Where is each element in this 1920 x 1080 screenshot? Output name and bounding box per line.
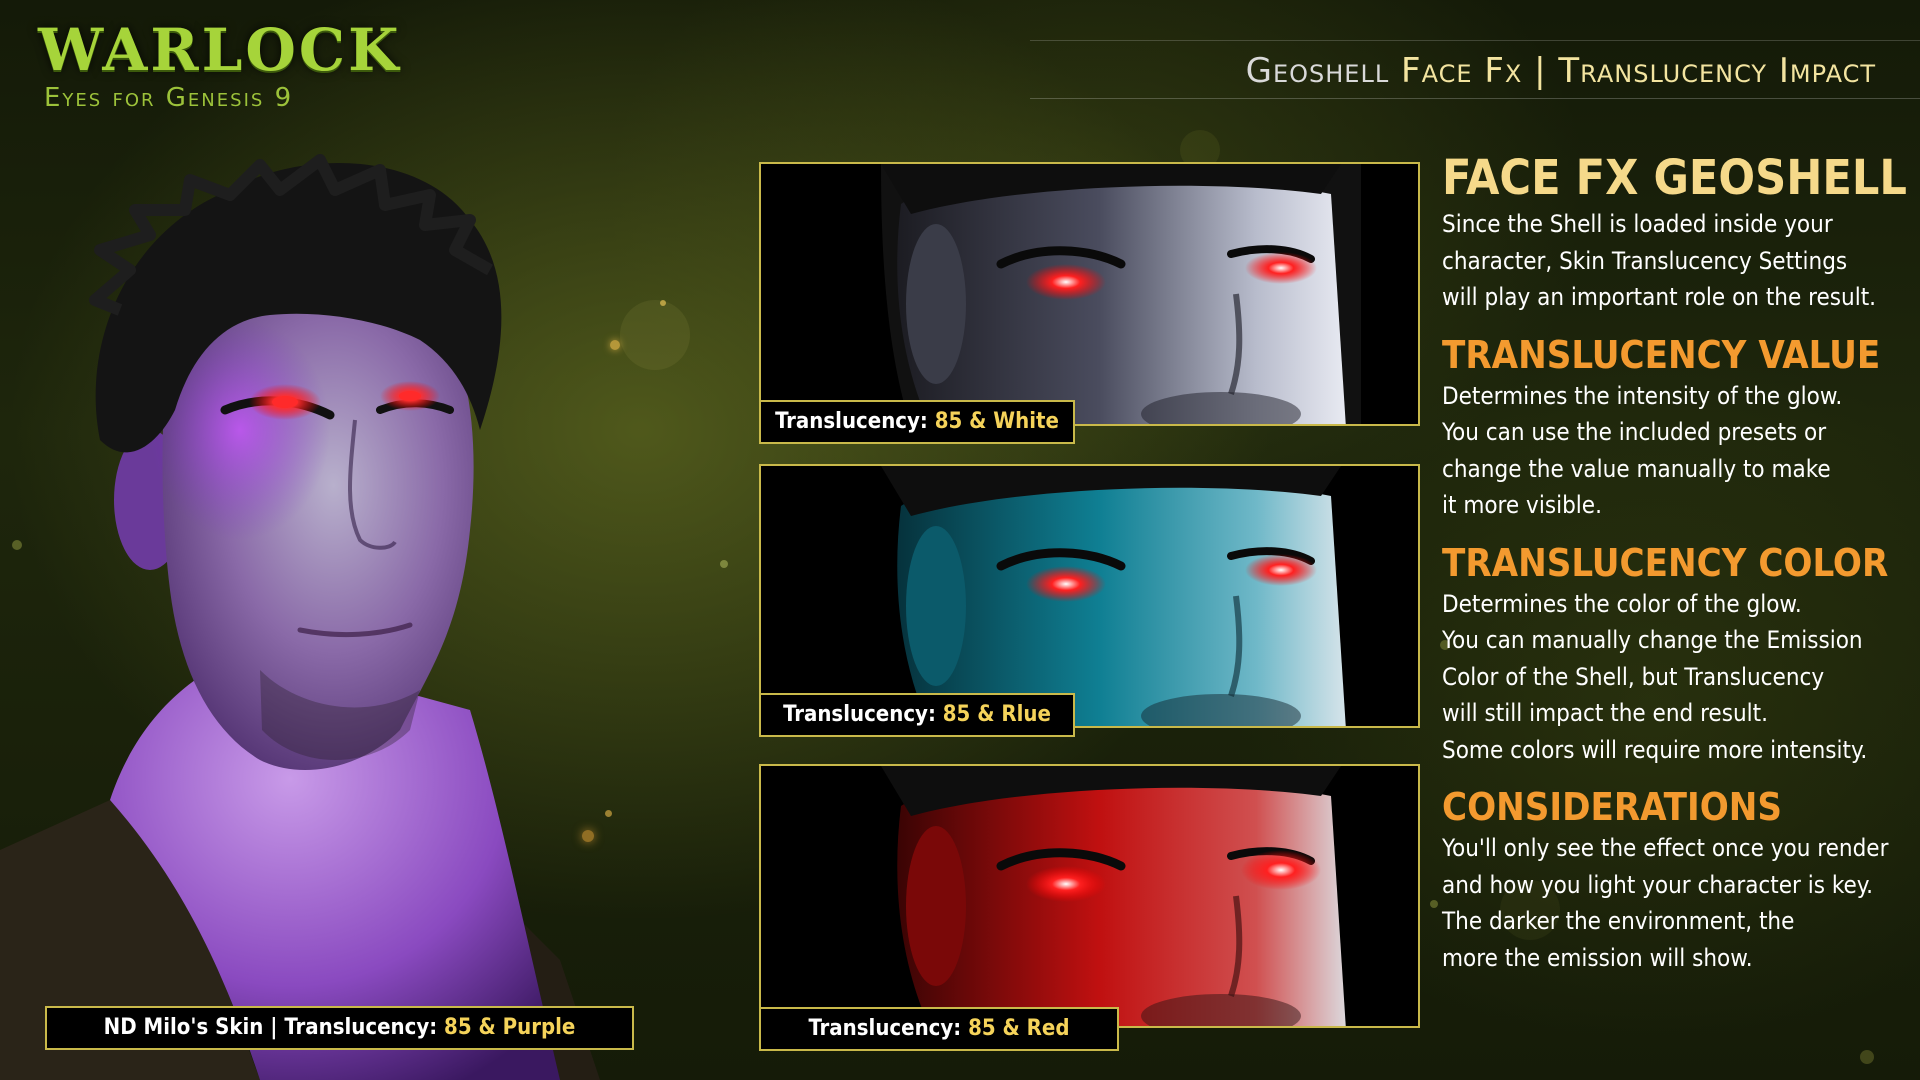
comparison-image-red <box>759 764 1420 1028</box>
body-line: The darker the environment, the <box>1442 907 1795 935</box>
page-title: Geoshell Face Fx | Translucency Impact <box>1246 48 1876 94</box>
body-line: will play an important role on the resul… <box>1442 283 1877 311</box>
body-line: Some colors will require more intensity. <box>1442 735 1868 764</box>
section-face-fx-geoshell: FACE FX GEOSHELL Since the Shell is load… <box>1442 150 1907 316</box>
caption-white: Translucency: 85 & White <box>759 400 1075 444</box>
section-body: Determines the color of the glow. You ca… <box>1442 586 1902 769</box>
title-part-face-fx: Face Fx <box>1401 51 1523 91</box>
product-promo-canvas: Warlock Eyes for Genesis 9 Geoshell Face… <box>0 0 1920 1080</box>
section-body: You'll only see the effect once you rend… <box>1442 830 1902 976</box>
section-title: TRANSLUCENCY COLOR <box>1442 540 1889 585</box>
info-column: FACE FX GEOSHELL Since the Shell is load… <box>1442 150 1907 992</box>
section-body: Determines the intensity of the glow. Yo… <box>1442 378 1902 524</box>
caption-blue: Translucency: 85 & Rlue <box>759 693 1075 737</box>
section-body: Since the Shell is loaded inside your ch… <box>1442 206 1902 316</box>
warlock-logo: Warlock Eyes for Genesis 9 <box>38 18 399 118</box>
body-line: Determines the intensity of the glow. <box>1442 381 1843 410</box>
body-line: change the value manually to make <box>1442 454 1831 483</box>
header-divider-bottom <box>1030 98 1920 99</box>
caption-red: Translucency: 85 & Red <box>759 1007 1119 1051</box>
section-title: FACE FX GEOSHELL <box>1442 150 1907 206</box>
caption-label: Translucency: <box>775 409 928 434</box>
body-line: Determines the color of the glow. <box>1442 589 1802 618</box>
bokeh-light <box>720 560 728 568</box>
header-divider-top <box>1030 40 1920 41</box>
caption-main-portrait: ND Milo's Skin | Translucency: 85 & Purp… <box>45 1006 634 1050</box>
bokeh-light <box>1860 1050 1874 1064</box>
bokeh-light <box>660 300 666 306</box>
character-portrait <box>0 154 600 1080</box>
title-separator: | <box>1534 51 1547 91</box>
comparison-image-white <box>759 162 1420 426</box>
logo-title: Warlock <box>38 16 402 84</box>
comparison-image-blue <box>759 464 1420 728</box>
body-line: will still impact the end result. <box>1442 699 1768 727</box>
caption-value: 85 & Purple <box>444 1015 576 1040</box>
body-line: Color of the Shell, but Translucency <box>1442 662 1825 691</box>
section-title: CONSIDERATIONS <box>1442 785 1782 829</box>
caption-value: 85 & Rlue <box>942 702 1051 727</box>
body-line: You'll only see the effect once you rend… <box>1442 834 1889 862</box>
title-part-translucency: Translucency Impact <box>1558 51 1876 91</box>
caption-label: Translucency: <box>808 1016 962 1041</box>
title-part-geoshell: Geoshell <box>1245 51 1390 91</box>
body-line: You can manually change the Emission <box>1442 626 1863 654</box>
bokeh-light <box>1430 900 1438 908</box>
section-translucency-value: TRANSLUCENCY VALUE Determines the intens… <box>1442 332 1902 524</box>
caption-label: ND Milo's Skin | Translucency: <box>103 1015 438 1040</box>
section-considerations: CONSIDERATIONS You'll only see the effec… <box>1442 784 1902 976</box>
body-line: character, Skin Translucency Settings <box>1442 246 1848 275</box>
body-line: Since the Shell is loaded inside your <box>1442 210 1833 238</box>
body-line: You can use the included presets or <box>1442 418 1827 446</box>
caption-value: 85 & Red <box>968 1016 1070 1041</box>
body-line: more the emission will show. <box>1442 943 1753 972</box>
caption-label: Translucency: <box>783 702 936 727</box>
section-title: TRANSLUCENCY VALUE <box>1442 332 1881 377</box>
body-line: it more visible. <box>1442 491 1602 519</box>
caption-value: 85 & White <box>934 409 1059 434</box>
section-translucency-color: TRANSLUCENCY COLOR Determines the color … <box>1442 540 1902 769</box>
body-line: and how you light your character is key. <box>1442 870 1874 899</box>
